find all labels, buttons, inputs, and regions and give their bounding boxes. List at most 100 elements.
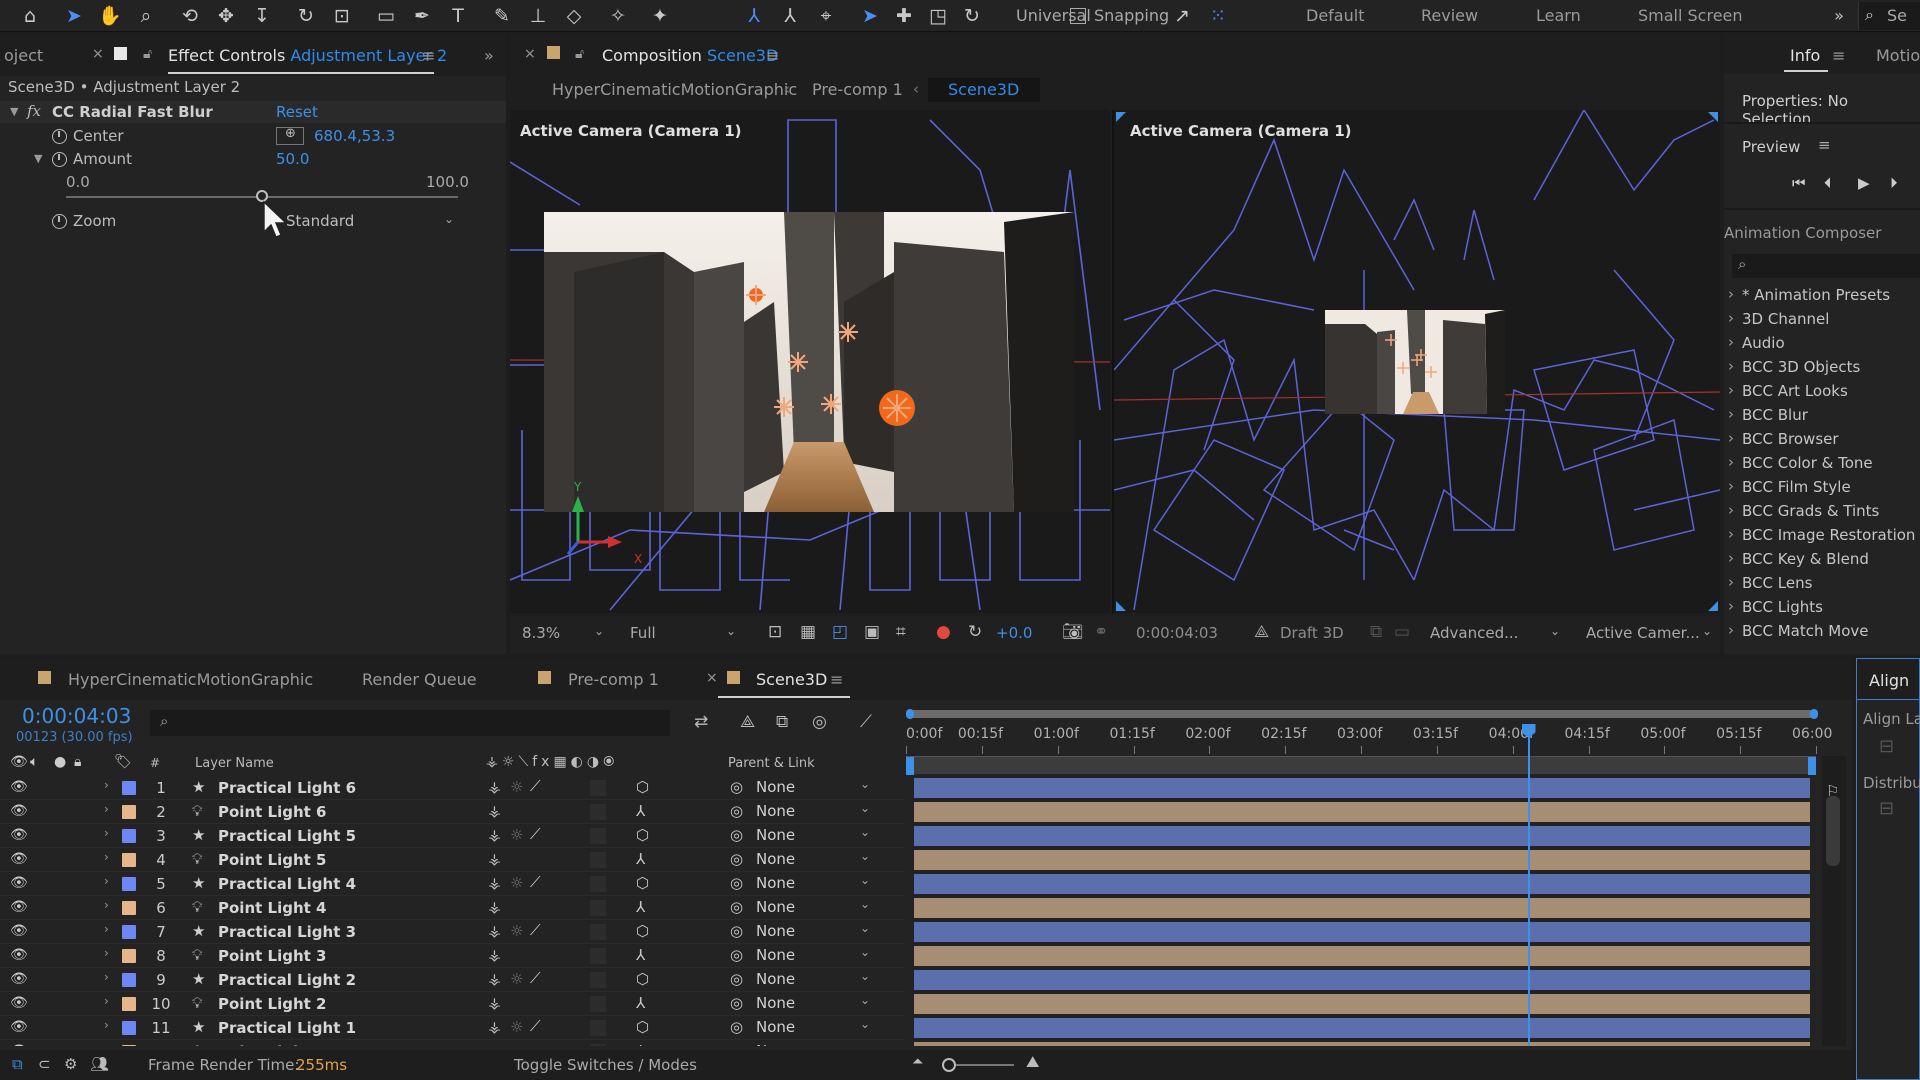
transparency-grid-icon[interactable]: ▦ <box>800 622 816 642</box>
more-workspaces-icon[interactable]: » <box>1827 4 1851 28</box>
layer-duration-bar[interactable] <box>914 850 1810 870</box>
label-tag-icon[interactable]: 🏷︎ <box>114 754 132 770</box>
timeline-search[interactable]: ⌕ <box>150 710 670 736</box>
anim-category-item[interactable]: BCC Blur <box>1728 405 1808 424</box>
audio-icon[interactable]: 🔈︎ <box>30 754 38 770</box>
tab-composition[interactable]: Composition Scene3D <box>602 46 778 65</box>
anim-category-item[interactable]: BCC Match Move <box>1728 621 1868 640</box>
dolly-camera-icon[interactable]: ↧ <box>250 4 274 28</box>
right-3d-viewer[interactable]: Active Camera (Camera 1) <box>1114 110 1720 613</box>
draft-3d-label[interactable]: Draft 3D <box>1280 624 1344 642</box>
graph-editor-icon[interactable]: ⟋ <box>860 712 872 732</box>
scrollbar-thumb[interactable] <box>1826 796 1840 866</box>
show-channel-icon[interactable]: ● <box>936 622 951 642</box>
layer-duration-bar[interactable] <box>914 778 1810 798</box>
tab-render-queue[interactable]: Render Queue <box>362 670 477 689</box>
view-axis-mode-icon[interactable]: ⌖ <box>814 4 838 28</box>
layer-duration-bar[interactable] <box>914 898 1810 918</box>
hand-tool-icon[interactable]: ✋ <box>98 4 122 28</box>
resolution-dropdown[interactable]: Full ⌄ <box>628 622 740 646</box>
clone-stamp-icon[interactable]: ⊥ <box>526 4 550 28</box>
in-out-icon[interactable]: ⚙ <box>64 1055 77 1073</box>
anim-category-item[interactable]: BCC Key & Blend <box>1728 549 1869 568</box>
animation-composer-search[interactable]: ⌕ <box>1732 254 1920 278</box>
tab-precomp1[interactable]: Pre-comp 1 <box>568 670 659 689</box>
layer-duration-bar[interactable] <box>914 970 1810 990</box>
anim-category-item[interactable]: Audio <box>1728 333 1785 352</box>
anim-category-item[interactable]: BCC Color & Tone <box>1728 453 1873 472</box>
anim-category-item[interactable]: BCC 3D Objects <box>1728 357 1860 376</box>
local-axis-mode-icon[interactable]: ⅄ <box>742 4 766 28</box>
close-icon[interactable]: × <box>524 46 536 62</box>
work-area-end-handle[interactable] <box>1810 709 1818 719</box>
frame-blending-icon[interactable]: ⧉ <box>776 712 788 732</box>
stopwatch-icon[interactable] <box>52 129 67 144</box>
close-icon[interactable]: × <box>706 670 718 686</box>
work-area-bar[interactable] <box>906 709 1822 719</box>
lock-icon[interactable]: 🔒︎ <box>74 754 81 770</box>
tab-effect-controls[interactable]: Effect Controls Adjustment Layer 2 <box>168 46 447 65</box>
extended-viewer-icon[interactable]: ⧉ <box>1370 622 1382 642</box>
region-of-interest-icon[interactable]: ▣ <box>864 622 880 642</box>
snapping-options-icon[interactable]: ↗ <box>1170 4 1194 28</box>
home-icon[interactable]: ⌂ <box>18 4 42 28</box>
time-ruler[interactable]: 0:00f 00:15f 01:00f 01:15f 02:00f 02:15f 03:00… <box>906 720 1832 756</box>
anim-category-item[interactable]: BCC Lens <box>1728 573 1812 592</box>
mask-visibility-icon[interactable]: ◰ <box>832 622 848 642</box>
zoom-dropdown[interactable]: Standard ⌄ <box>286 212 454 232</box>
workspace-default[interactable]: Default <box>1306 6 1364 25</box>
puppet-pin-icon[interactable]: ✦ <box>648 4 672 28</box>
lock-icon[interactable]: 🔓︎ <box>143 46 152 62</box>
panel-menu-icon[interactable]: ≡ <box>766 46 779 65</box>
layer-duration-bar[interactable] <box>914 802 1810 822</box>
snapping-label[interactable]: Snapping <box>1094 6 1169 25</box>
draft-3d-icon[interactable]: ⟁ <box>1254 622 1269 642</box>
panel-menu-icon[interactable]: ≡ <box>1832 46 1845 65</box>
reset-exposure-icon[interactable]: ↻ <box>968 622 982 642</box>
work-area-start-handle[interactable] <box>906 709 914 719</box>
roto-brush-icon[interactable]: ✧ <box>606 4 630 28</box>
anchor-point-tool-icon[interactable]: ⊡ <box>330 4 354 28</box>
world-axis-mode-icon[interactable]: ⅄ <box>778 4 802 28</box>
workspace-review[interactable]: Review <box>1421 6 1478 25</box>
zoom-in-icon[interactable]: ⛰︎ <box>1026 1052 1039 1072</box>
magnification-dropdown[interactable]: 8.3% ⌄ <box>520 622 608 646</box>
close-icon[interactable]: × <box>92 46 104 62</box>
panel-menu-icon[interactable]: ≡ <box>830 670 843 689</box>
zoom-out-icon[interactable]: ⏶ <box>912 1054 923 1070</box>
distribute-top-icon[interactable]: ⊟ <box>1879 798 1894 819</box>
motion-blur-icon[interactable]: ◎ <box>812 712 827 732</box>
col-layer-name-header[interactable]: Layer Name <box>195 756 274 771</box>
snapping-checkbox[interactable] <box>1070 8 1086 24</box>
tab-project[interactable]: oject <box>4 46 43 65</box>
align-left-icon[interactable]: ⊟ <box>1879 736 1894 757</box>
tab-hypercinematic[interactable]: HyperCinematicMotionGraphic <box>68 670 313 689</box>
next-frame-icon[interactable]: ⏵ <box>1890 174 1898 192</box>
timeline-zoom-handle[interactable] <box>942 1058 956 1072</box>
anim-category-item[interactable]: BCC Lights <box>1728 597 1823 616</box>
timeline-timecode[interactable]: 0:00:04:03 <box>22 704 131 728</box>
renderer-dropdown[interactable]: Advanced... ⌄ <box>1430 622 1564 646</box>
breadcrumb-scene3d[interactable]: Scene3D <box>928 78 1040 102</box>
layer-duration-bar[interactable] <box>914 994 1810 1014</box>
camera-view-dropdown[interactable]: Active Camer... ⌄ <box>1586 622 1716 646</box>
tab-info[interactable]: Info <box>1790 46 1820 65</box>
axis-gizmo-icon[interactable] <box>562 482 642 572</box>
stopwatch-icon[interactable] <box>52 152 67 167</box>
anim-category-item[interactable]: BCC Grads & Tints <box>1728 501 1879 520</box>
layer-duration-bar[interactable] <box>914 946 1810 966</box>
left-3d-viewer[interactable]: Active Camera (Camera 1) Y X <box>510 110 1110 613</box>
current-time-indicator[interactable] <box>1521 724 1536 1046</box>
amount-value[interactable]: 50.0 <box>276 150 309 168</box>
solo-icon[interactable]: ● <box>54 754 66 770</box>
eraser-tool-icon[interactable]: ◇ <box>562 4 586 28</box>
play-icon[interactable]: ▶ <box>1858 174 1870 192</box>
pan-camera-icon[interactable]: ✥ <box>214 4 238 28</box>
grid-guides-icon[interactable]: ⌗ <box>896 622 906 642</box>
tab-motion[interactable]: Motio <box>1876 46 1920 65</box>
anim-category-item[interactable]: BCC Film Style <box>1728 477 1851 496</box>
transfer-controls-icon[interactable]: ⊂ <box>38 1055 51 1073</box>
crosshair-picker-icon[interactable]: ⊕ <box>276 126 304 145</box>
lock-icon[interactable]: 🔓︎ <box>575 46 584 62</box>
breadcrumb-precomp1[interactable]: Pre-comp 1 <box>812 80 903 99</box>
